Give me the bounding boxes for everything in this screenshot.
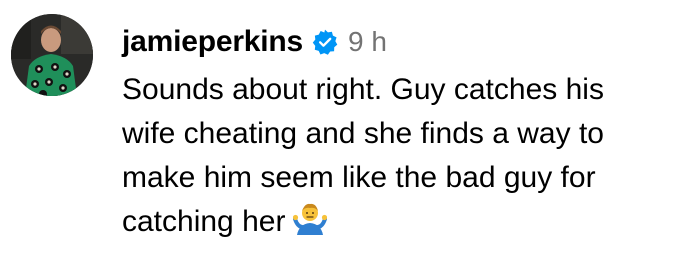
comment-meta: jamieperkins 9 h [122, 20, 682, 64]
comment-text-line: wife cheating and she finds a way to [122, 117, 604, 150]
username-link[interactable]: jamieperkins [122, 25, 303, 59]
comment-text-line: Sounds about right. Guy catches his [122, 73, 604, 106]
comment: jamieperkins 9 h Sounds about right. Guy… [0, 0, 687, 253]
comment-text-line-last: catching her [122, 200, 682, 244]
timestamp[interactable]: 9 h [348, 26, 387, 58]
comment-text-line: catching her [122, 205, 286, 238]
comment-text-line: make him seem like the bad guy for [122, 161, 596, 194]
comment-text: Sounds about right. Guy catches his wife… [122, 68, 682, 244]
comment-body: jamieperkins 9 h Sounds about right. Guy… [122, 20, 682, 244]
avatar-image [11, 14, 93, 96]
verified-badge-icon [312, 29, 338, 55]
person-shrugging-emoji-icon [293, 201, 328, 235]
avatar[interactable] [11, 14, 93, 96]
